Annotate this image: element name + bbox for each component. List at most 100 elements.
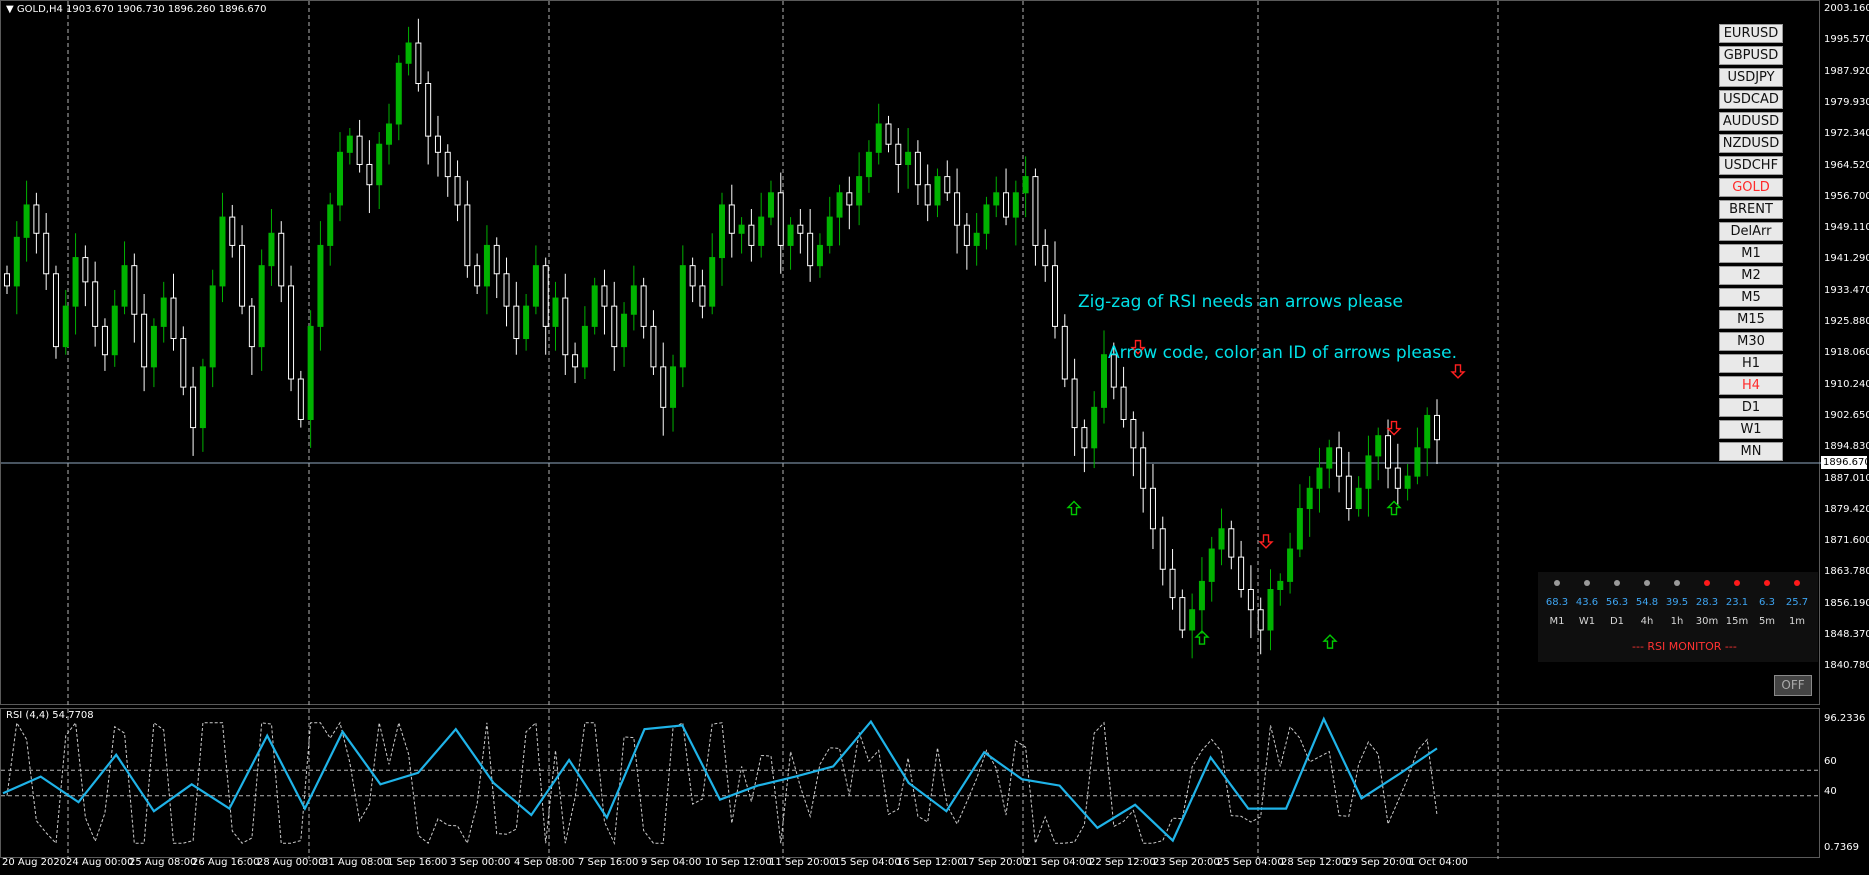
candle-body <box>581 325 588 368</box>
candle-body <box>1100 354 1107 408</box>
rsi-monitor-status-dot <box>1704 580 1710 586</box>
candle-body <box>640 285 647 327</box>
off-button[interactable]: OFF <box>1774 675 1812 696</box>
candle-body <box>150 325 157 368</box>
candle-body <box>777 192 784 246</box>
rsi-line <box>6 720 1438 846</box>
time-axis-label: 20 Aug 2020 <box>2 857 67 868</box>
rsi-monitor-timeframe: 1m <box>1788 616 1806 627</box>
rsi-monitor-timeframe: 30m <box>1695 616 1719 627</box>
candle-body <box>444 151 451 178</box>
symbol-button-m2[interactable]: M2 <box>1719 266 1783 285</box>
symbol-button-usdjpy[interactable]: USDJPY <box>1719 68 1783 87</box>
rsi-monitor-status-dot <box>1584 580 1590 586</box>
symbol-button-brent[interactable]: BRENT <box>1719 200 1783 219</box>
candle-body <box>836 192 843 218</box>
candle-body <box>1277 580 1284 590</box>
annotation-text-1: Zig-zag of RSI needs an arrows please <box>1078 292 1403 312</box>
candle-body <box>180 338 187 388</box>
symbol-button-gbpusd[interactable]: GBPUSD <box>1719 46 1783 65</box>
symbol-button-mn[interactable]: MN <box>1719 442 1783 461</box>
candle-body <box>278 232 285 287</box>
candle-body <box>523 305 530 340</box>
candle-body <box>532 265 539 307</box>
candle-body <box>905 151 912 165</box>
price-axis-label: 1941.290 <box>1824 253 1869 265</box>
time-axis-label: 31 Aug 08:00 <box>322 857 390 868</box>
candle-body <box>973 232 980 246</box>
candle-body <box>1081 427 1088 449</box>
candle-body <box>366 163 373 186</box>
candle-body <box>229 216 236 246</box>
rsi-monitor-status-dot <box>1734 580 1740 586</box>
candle-body <box>297 378 304 420</box>
symbol-button-m15[interactable]: M15 <box>1719 310 1783 329</box>
time-axis-label: 29 Sep 20:00 <box>1345 857 1412 868</box>
rsi-monitor-status-dot <box>1614 580 1620 586</box>
symbol-button-h4[interactable]: H4 <box>1719 376 1783 395</box>
candle-body <box>1189 609 1196 631</box>
rsi-monitor-status-dot <box>1554 580 1560 586</box>
price-axis-label: 1840.780 <box>1824 660 1869 672</box>
candle-body <box>954 192 961 226</box>
symbol-button-usdcad[interactable]: USDCAD <box>1719 90 1783 109</box>
symbol-button-eurusd[interactable]: EURUSD <box>1719 24 1783 43</box>
candle-body <box>464 204 471 267</box>
candle-body <box>1404 475 1411 489</box>
candle-body <box>92 281 99 327</box>
candle-body <box>1218 528 1225 550</box>
price-axis-label: 1987.920 <box>1824 65 1869 77</box>
candle-body <box>248 305 255 348</box>
time-axis-label: 10 Sep 12:00 <box>705 857 772 868</box>
symbol-button-audusd[interactable]: AUDUSD <box>1719 112 1783 131</box>
rsi-monitor-value: 23.1 <box>1725 597 1749 608</box>
time-axis-label: 15 Sep 04:00 <box>834 857 901 868</box>
candle-body <box>62 305 69 348</box>
symbol-button-usdchf[interactable]: USDCHF <box>1719 156 1783 175</box>
candle-body <box>13 236 20 287</box>
candle-body <box>670 366 677 408</box>
symbol-button-m30[interactable]: M30 <box>1719 332 1783 351</box>
candle-body <box>111 305 118 356</box>
price-axis-label: 1979.930 <box>1824 96 1869 108</box>
symbol-button-d1[interactable]: D1 <box>1719 398 1783 417</box>
price-axis-label: 1995.570 <box>1824 34 1869 46</box>
candle-body <box>170 297 177 340</box>
rsi-monitor-status-dot <box>1794 580 1800 586</box>
rsi-monitor-value: 28.3 <box>1695 597 1719 608</box>
rsi-monitor-timeframe: 15m <box>1725 616 1749 627</box>
sell-arrow-icon <box>1450 364 1466 379</box>
symbol-button-delarr[interactable]: DelArr <box>1719 222 1783 241</box>
candle-body <box>1267 588 1274 631</box>
symbol-button-m1[interactable]: M1 <box>1719 244 1783 263</box>
candle-body <box>572 354 579 368</box>
rsi-monitor-value: 68.3 <box>1545 597 1569 608</box>
price-axis-label: 1848.370 <box>1824 629 1869 640</box>
candle-body <box>650 325 657 368</box>
candle-body <box>415 42 422 85</box>
symbol-button-h1[interactable]: H1 <box>1719 354 1783 373</box>
symbol-button-gold[interactable]: GOLD <box>1719 178 1783 197</box>
current-price-label: 1896.670 <box>1821 456 1869 469</box>
buy-arrow-icon <box>1322 634 1338 649</box>
candle-body <box>552 297 559 327</box>
candle-body <box>1042 244 1049 267</box>
candle-body <box>1169 568 1176 599</box>
candle-body <box>72 257 79 307</box>
candle-body <box>1247 588 1254 611</box>
rsi-monitor-value: 25.7 <box>1785 597 1809 608</box>
time-axis-label: 25 Sep 04:00 <box>1217 857 1284 868</box>
candle-body <box>846 192 853 206</box>
candle-body <box>376 143 383 186</box>
rsi-chart[interactable] <box>1 709 1821 859</box>
candle-body <box>983 204 990 234</box>
rsi-indicator-panel[interactable] <box>0 708 1821 859</box>
symbol-button-m5[interactable]: M5 <box>1719 288 1783 307</box>
symbol-button-w1[interactable]: W1 <box>1719 420 1783 439</box>
candle-body <box>337 151 344 206</box>
symbol-button-nzdusd[interactable]: NZDUSD <box>1719 134 1783 153</box>
chart-menu-triangle-icon[interactable]: ▼ <box>6 4 14 15</box>
candle-body <box>474 265 481 287</box>
candle-body <box>1385 435 1392 469</box>
sell-arrow-icon <box>1386 420 1402 436</box>
